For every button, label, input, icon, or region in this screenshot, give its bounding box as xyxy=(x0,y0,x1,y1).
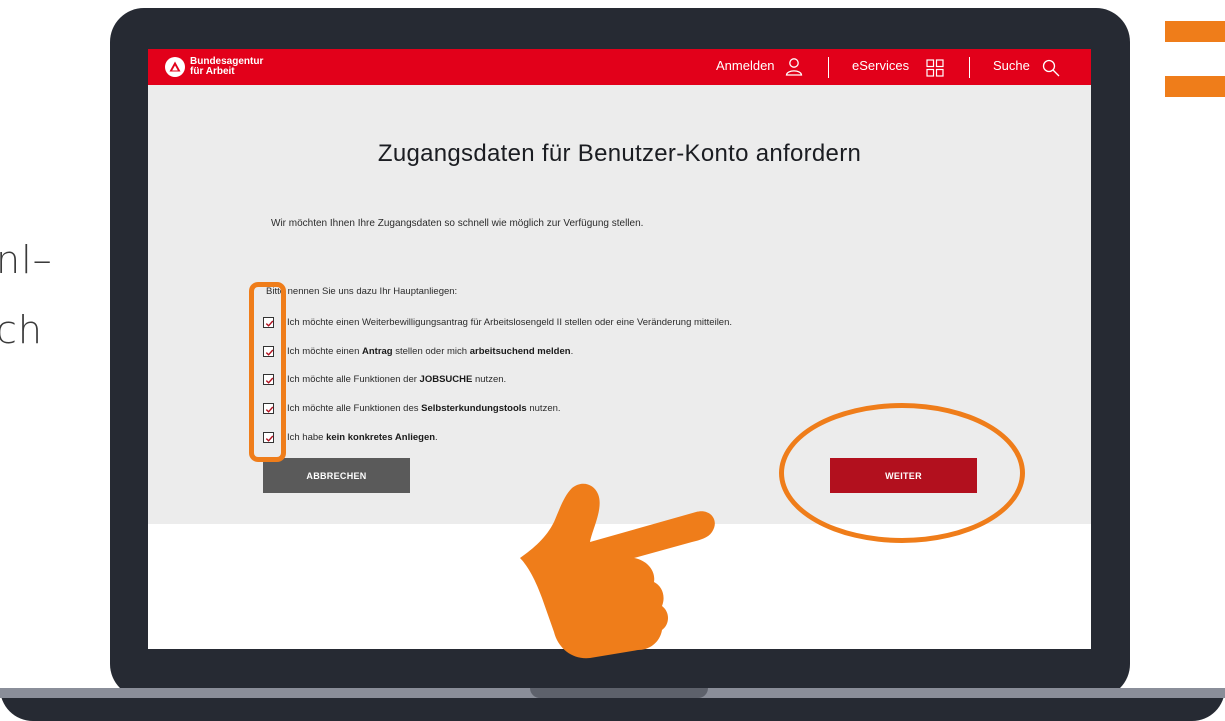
cancel-button[interactable]: ABBRECHEN xyxy=(263,458,410,493)
main-concern-prompt: Bitte nennen Sie uns dazu Ihr Hauptanlie… xyxy=(266,286,458,297)
agency-logo-icon[interactable] xyxy=(165,57,185,77)
decorative-bar-bottom xyxy=(1165,76,1225,97)
user-icon[interactable] xyxy=(785,57,803,77)
next-button-highlight-ellipse xyxy=(779,403,1025,543)
option-row[interactable]: Ich möchte einen Weiterbewilligungsantra… xyxy=(263,315,732,329)
option-row[interactable]: Ich habe kein konkretes Anliegen. xyxy=(263,430,438,444)
background-text-line1: nl– xyxy=(0,238,53,282)
option-row[interactable]: Ich möchte alle Funktionen der JOBSUCHE … xyxy=(263,372,506,386)
nav-separator xyxy=(969,57,970,78)
option-label: Ich möchte alle Funktionen des Selbsterk… xyxy=(287,402,561,414)
option-label: Ich möchte einen Antrag stellen oder mic… xyxy=(287,345,574,357)
pointing-hand-icon xyxy=(520,483,715,659)
page-title: Zugangsdaten für Benutzer-Konto anforder… xyxy=(377,140,862,167)
agency-logo-text[interactable]: Bundesagentur für Arbeit xyxy=(190,57,263,77)
option-label: Ich möchte alle Funktionen der JOBSUCHE … xyxy=(287,373,507,385)
laptop-notch xyxy=(530,688,708,698)
background-text-line2: ch xyxy=(0,308,43,352)
option-label: Ich habe kein konkretes Anliegen. xyxy=(287,431,438,443)
option-label: Ich möchte einen Weiterbewilligungsantra… xyxy=(287,316,733,328)
site-header: Bundesagentur für Arbeit Anmelden eServi… xyxy=(148,49,1091,85)
search-icon[interactable] xyxy=(1041,58,1061,78)
nav-eservices[interactable]: eServices xyxy=(852,58,909,73)
option-row[interactable]: Ich möchte alle Funktionen des Selbsterk… xyxy=(263,401,561,415)
nav-separator xyxy=(828,57,829,78)
logo-line2: für Arbeit xyxy=(190,66,235,77)
grid-icon[interactable] xyxy=(926,59,944,77)
checkbox-highlight-frame xyxy=(249,282,286,462)
option-row[interactable]: Ich möchte einen Antrag stellen oder mic… xyxy=(263,344,573,358)
nav-search[interactable]: Suche xyxy=(993,58,1030,73)
nav-login[interactable]: Anmelden xyxy=(716,58,775,73)
decorative-bar-top xyxy=(1165,21,1225,42)
intro-text: Wir möchten Ihnen Ihre Zugangsdaten so s… xyxy=(271,218,644,229)
